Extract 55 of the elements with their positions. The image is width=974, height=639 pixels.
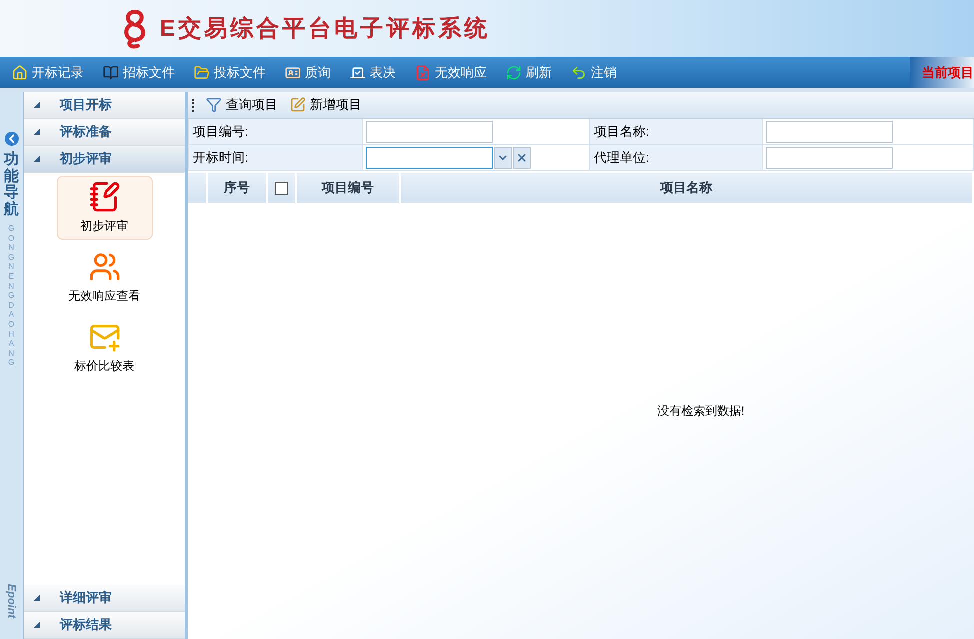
book-icon: [103, 64, 119, 80]
accordion-header[interactable]: 详细评审: [24, 585, 185, 612]
field-label: 代理单位:: [590, 145, 763, 171]
nav-strip-title: 功能导航: [4, 152, 19, 218]
text-input-field[interactable]: [766, 120, 893, 142]
field-label: 项目编号:: [189, 119, 363, 145]
nav-item[interactable]: 无效响应查看: [56, 246, 152, 310]
logo-icon: [122, 8, 148, 48]
toolbar-button[interactable]: 质询: [285, 62, 331, 82]
text-input-field[interactable]: [766, 146, 893, 168]
toolbar-button[interactable]: 无效响应: [415, 62, 487, 82]
clear-button[interactable]: [513, 146, 531, 168]
dropdown-button[interactable]: [494, 146, 512, 168]
folder-icon: [194, 64, 210, 80]
toolbar-button[interactable]: 投标文件: [194, 62, 266, 82]
toolbar-button[interactable]: 表决: [350, 62, 396, 82]
document-x-icon: [415, 64, 431, 80]
text-input-field[interactable]: [366, 120, 493, 142]
collapse-icon[interactable]: [4, 132, 18, 146]
accordion-header[interactable]: 初步评审: [24, 146, 185, 173]
header-checkbox[interactable]: [275, 182, 288, 194]
refresh-icon: [506, 64, 522, 80]
toolbar-button[interactable]: 注销: [571, 62, 617, 82]
triangle-icon: [34, 595, 40, 601]
accordion-header[interactable]: 评标准备: [24, 119, 185, 146]
home-icon: [12, 64, 28, 80]
triangle-icon: [34, 102, 40, 108]
id-card-icon: [285, 64, 301, 80]
undo-arrow-icon: [571, 64, 587, 80]
nav-strip-pinyin: GONG NENG DAO HANG: [8, 224, 16, 368]
accordion-header[interactable]: 项目开标: [24, 92, 185, 119]
current-project-label: 当前项目: [910, 57, 974, 88]
ballot-icon: [350, 64, 366, 80]
field-label: 项目名称:: [590, 119, 763, 145]
toolbar-button[interactable]: 刷新: [506, 62, 552, 82]
notebook-pen-icon: [88, 181, 120, 213]
toolbar-button[interactable]: 查询项目: [206, 95, 278, 115]
triangle-icon: [34, 156, 40, 162]
date-input-field[interactable]: [366, 146, 493, 168]
filter-icon: [206, 97, 222, 113]
nav-item[interactable]: 标价比较表: [56, 316, 152, 380]
close-icon: [516, 152, 528, 164]
toolbar-button[interactable]: 招标文件: [103, 62, 175, 82]
accordion-header[interactable]: 评标结果: [24, 612, 185, 639]
triangle-icon: [34, 129, 40, 135]
field-label: 开标时间:: [189, 145, 363, 171]
edit-icon: [290, 97, 306, 113]
system-title: E交易综合平台电子评标系统: [160, 14, 490, 44]
toolbar-button[interactable]: 新增项目: [290, 95, 362, 115]
people-icon: [88, 251, 120, 283]
empty-message: 没有检索到数据!: [657, 403, 745, 420]
epoint-logo: Epoint: [4, 584, 19, 618]
toolbar-button[interactable]: 开标记录: [12, 62, 84, 82]
nav-item[interactable]: 初步评审: [56, 176, 152, 240]
triangle-icon: [34, 622, 40, 628]
